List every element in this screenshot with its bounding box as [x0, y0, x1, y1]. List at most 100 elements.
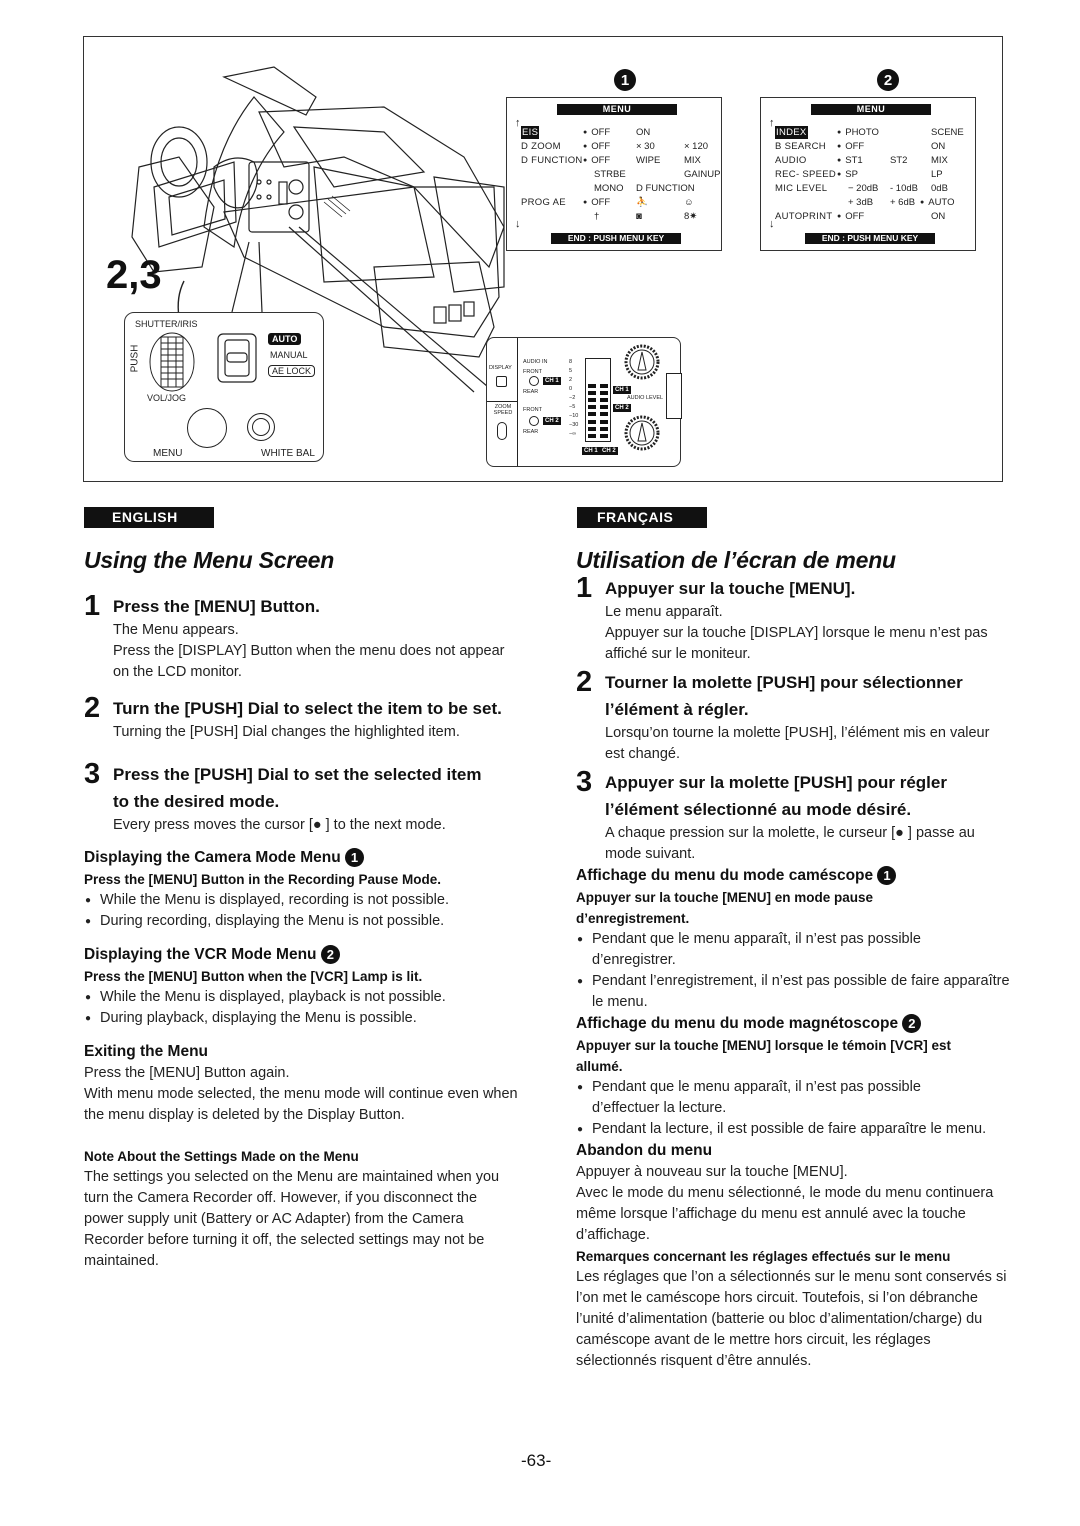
menu-row[interactable]: INDEX PHOTO SCENE — [775, 126, 973, 139]
ch2-level-knob[interactable] — [622, 413, 662, 453]
note-title: Remarques concernant les réglages effect… — [576, 1249, 951, 1264]
english-exiting-section: Exiting the Menu Press the [MENU] Button… — [84, 1041, 520, 1126]
scroll-down-arrow-icon: ↓ — [769, 218, 775, 230]
menu-option: STRBE — [594, 169, 626, 180]
ch1-input-switch[interactable] — [529, 376, 539, 386]
bullet-item: While the Menu is displayed, recording i… — [84, 890, 520, 911]
camera-mode-title-text: Displaying the Camera Mode Menu — [84, 849, 341, 866]
english-step-2: 2 Turn the [PUSH] Dial to select the ite… — [84, 693, 520, 743]
menu-button[interactable] — [187, 408, 227, 448]
english-camera-mode-section: Displaying the Camera Mode Menu 1 Press … — [84, 847, 520, 932]
zoom-speed-switch[interactable] — [497, 422, 507, 440]
step-title: Appuyer sur la molette [PUSH] pour régle… — [605, 773, 947, 819]
english-column: Using the Menu Screen 1 Press the [MENU]… — [84, 545, 520, 1272]
vcr-mode-instruction: Press the [MENU] Button when the [VCR] L… — [84, 969, 423, 984]
meter-segment — [588, 412, 596, 417]
english-step-3: 3 Press the [PUSH] Dial to set the selec… — [84, 759, 520, 836]
push-dial-icon[interactable] — [147, 331, 197, 393]
menu-row[interactable]: STRBE GAINUP — [521, 168, 720, 181]
white-balance-button[interactable] — [247, 413, 275, 441]
audio-panel-closeup: DISPLAY ZOOM SPEED AUDIO IN FRONT CH 1 R… — [486, 337, 682, 467]
exiting-body: With menu mode selected, the menu mode w… — [84, 1086, 518, 1123]
english-step-1: 1 Press the [MENU] Button. The Menu appe… — [84, 591, 520, 683]
vcr-menu-marker: 2 — [877, 69, 899, 91]
french-vcr-mode-section: Affichage du menu du mode magnétoscope 2… — [576, 1013, 1012, 1140]
ch1-rear-label: REAR — [523, 389, 539, 395]
surf-snow-mode-icon: ◙ — [636, 211, 642, 222]
english-badge: ENGLISH — [84, 507, 214, 528]
vcr-mode-title: Affichage du menu du mode magnétoscope 2 — [576, 1013, 1012, 1035]
french-note-section: Remarques concernant les réglages effect… — [576, 1246, 1012, 1372]
ch2-front-label: FRONT — [523, 407, 542, 413]
menu-item-label: EIS — [521, 126, 540, 139]
meter-scale-tick: −5 — [569, 404, 576, 410]
step-body: Lorsqu’on tourne la molette [PUSH], l’él… — [605, 725, 990, 762]
vol-jog-label: VOL/JOG — [147, 393, 187, 403]
control-panel-closeup: SHUTTER/IRIS PUSH VOL/JOG AUTO MANUAL AE… — [124, 312, 324, 462]
camera-mode-instruction: Appuyer sur la touche [MENU] en mode pau… — [576, 890, 874, 926]
knob-ch1-tag: CH 1 — [613, 386, 631, 394]
vcr-mode-title-text: Affichage du menu du mode magnétoscope — [576, 1015, 899, 1032]
portrait-mode-icon: ☺ — [684, 197, 694, 208]
meter-scale-tick: −∞ — [569, 431, 577, 437]
meter-scale-tick: 2 — [569, 377, 573, 383]
menu-option: × 30 — [636, 141, 655, 152]
menu-row[interactable]: MIC LEVEL − 20dB - 10dB 0dB — [775, 182, 973, 195]
french-camera-mode-section: Affichage du menu du mode caméscope 1 Ap… — [576, 865, 1012, 1013]
menu-row[interactable]: D ZOOM OFF × 30 × 120 — [521, 140, 719, 153]
ch2-input-tag: CH 2 — [543, 417, 561, 425]
menu-option-selected: OFF — [583, 126, 610, 139]
menu-option-selected: OFF — [583, 154, 610, 167]
ch1-level-knob[interactable] — [622, 342, 662, 382]
ch2-input-switch[interactable] — [529, 416, 539, 426]
menu-row[interactable]: EIS OFF ON — [521, 126, 719, 139]
menu-option: ST2 — [890, 155, 908, 166]
menu-option: D FUNCTION — [636, 183, 695, 194]
meter-scale-tick: −2 — [569, 395, 576, 401]
english-badge-label: ENGLISH — [112, 509, 178, 525]
note-title: Note About the Settings Made on the Menu — [84, 1149, 359, 1164]
audio-in-label: AUDIO IN — [523, 359, 548, 365]
camera-illustration-figure: 2,3 1 SHUTTER/IRIS PUSH VOL/JOG AUTO MAN… — [83, 36, 1003, 482]
menu-option-selected: OFF — [583, 196, 610, 209]
menu-item-label: D FUNCTION — [521, 155, 583, 166]
vcr-mode-title: Displaying the VCR Mode Menu 2 — [84, 944, 520, 966]
white-bal-label: WHITE BAL — [261, 448, 315, 459]
menu-row[interactable]: D FUNCTIONOFF WIPE MIX — [521, 154, 719, 167]
step-title: Press the [PUSH] Dial to set the selecte… — [113, 765, 482, 811]
vcr-menu-marker-icon: 2 — [902, 1014, 922, 1034]
meter-segment — [588, 426, 596, 431]
menu-option-selected: PHOTO — [837, 126, 879, 139]
menu-row[interactable]: † ◙ 8✷ — [521, 210, 719, 223]
menu-row[interactable]: PROG AE OFF ⛹ ☺ — [521, 196, 719, 209]
meter-scale-tick: −30 — [569, 422, 579, 428]
menu-row[interactable]: AUDIO ST1 ST2 MIX — [775, 154, 973, 167]
menu-row[interactable]: AUTOPRINT OFF ON — [775, 210, 973, 223]
meter-segment — [600, 390, 608, 395]
mode-switch-icon[interactable] — [217, 333, 257, 383]
camera-menu-marker-icon: 1 — [344, 848, 364, 868]
step-body: The Menu appears. — [113, 622, 239, 638]
menu-row[interactable]: REC- SPEEDSP LP — [775, 168, 973, 181]
menu-option-selected: ST1 — [837, 154, 862, 167]
step-body: Appuyer sur la touche [DISPLAY] lorsque … — [605, 625, 988, 662]
display-button[interactable] — [496, 376, 507, 387]
meter-ch2-tag: CH 2 — [600, 447, 618, 455]
meter-segment — [588, 419, 596, 424]
meter-segment — [588, 383, 596, 388]
menu-option: + 6dB — [890, 197, 916, 208]
step-body: Le menu apparaît. — [605, 604, 723, 620]
menu-row[interactable]: + 3dB + 6dB AUTO — [775, 196, 973, 209]
step-number: 1 — [576, 572, 593, 604]
bullet-item: During recording, displaying the Menu is… — [84, 911, 520, 932]
menu-row[interactable]: B SEARCH OFF ON — [775, 140, 973, 153]
french-step-1: 1 Appuyer sur la touche [MENU]. Le menu … — [576, 572, 1012, 665]
camera-menu-marker-icon: 1 — [877, 866, 897, 886]
menu-option: × 120 — [684, 141, 709, 152]
menu-button-label: MENU — [153, 448, 183, 459]
menu-footer: END : PUSH MENU KEY — [551, 233, 681, 244]
step-title: Press the [MENU] Button. — [113, 597, 320, 616]
display-label: DISPLAY — [489, 365, 512, 371]
menu-row[interactable]: MONO D FUNCTION — [521, 182, 719, 195]
menu-option: MONO — [594, 183, 624, 194]
